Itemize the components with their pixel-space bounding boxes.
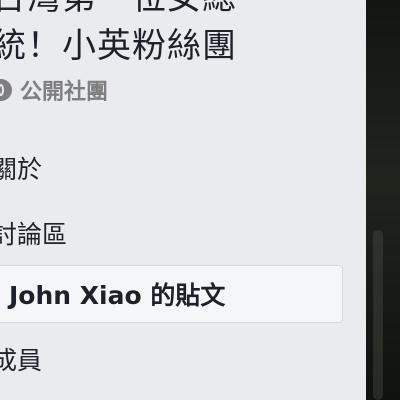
group-title-line-2: 統！小英粉絲團 [0, 26, 237, 66]
group-sidebar: 台灣第一位女總 統！小英粉絲團 公開社團 關於 討論區 John Xiao 的貼… [0, 0, 366, 400]
sidebar-item-discussion[interactable]: 討論區 [0, 209, 67, 257]
sidebar-item-about-label: 關於 [0, 155, 43, 184]
sidebar-item-posts[interactable]: John Xiao 的貼文 [0, 265, 343, 323]
group-title[interactable]: 台灣第一位女總 統！小英粉絲團 [0, 0, 366, 70]
privacy-label: 公開社團 [20, 80, 109, 105]
sidebar-item-members-label: 成員 [0, 346, 43, 375]
sidebar-item-discussion-label: 討論區 [0, 220, 68, 249]
sidebar-item-about[interactable]: 關於 [0, 144, 42, 192]
group-title-line-1: 台灣第一位女總 [0, 0, 366, 22]
dark-right-panel[interactable] [366, 0, 400, 400]
sidebar-item-members[interactable]: 成員 [0, 335, 42, 383]
sidebar-item-posts-label: John Xiao 的貼文 [9, 281, 226, 310]
globe-icon [0, 79, 12, 101]
group-privacy: 公開社團 [0, 76, 109, 105]
